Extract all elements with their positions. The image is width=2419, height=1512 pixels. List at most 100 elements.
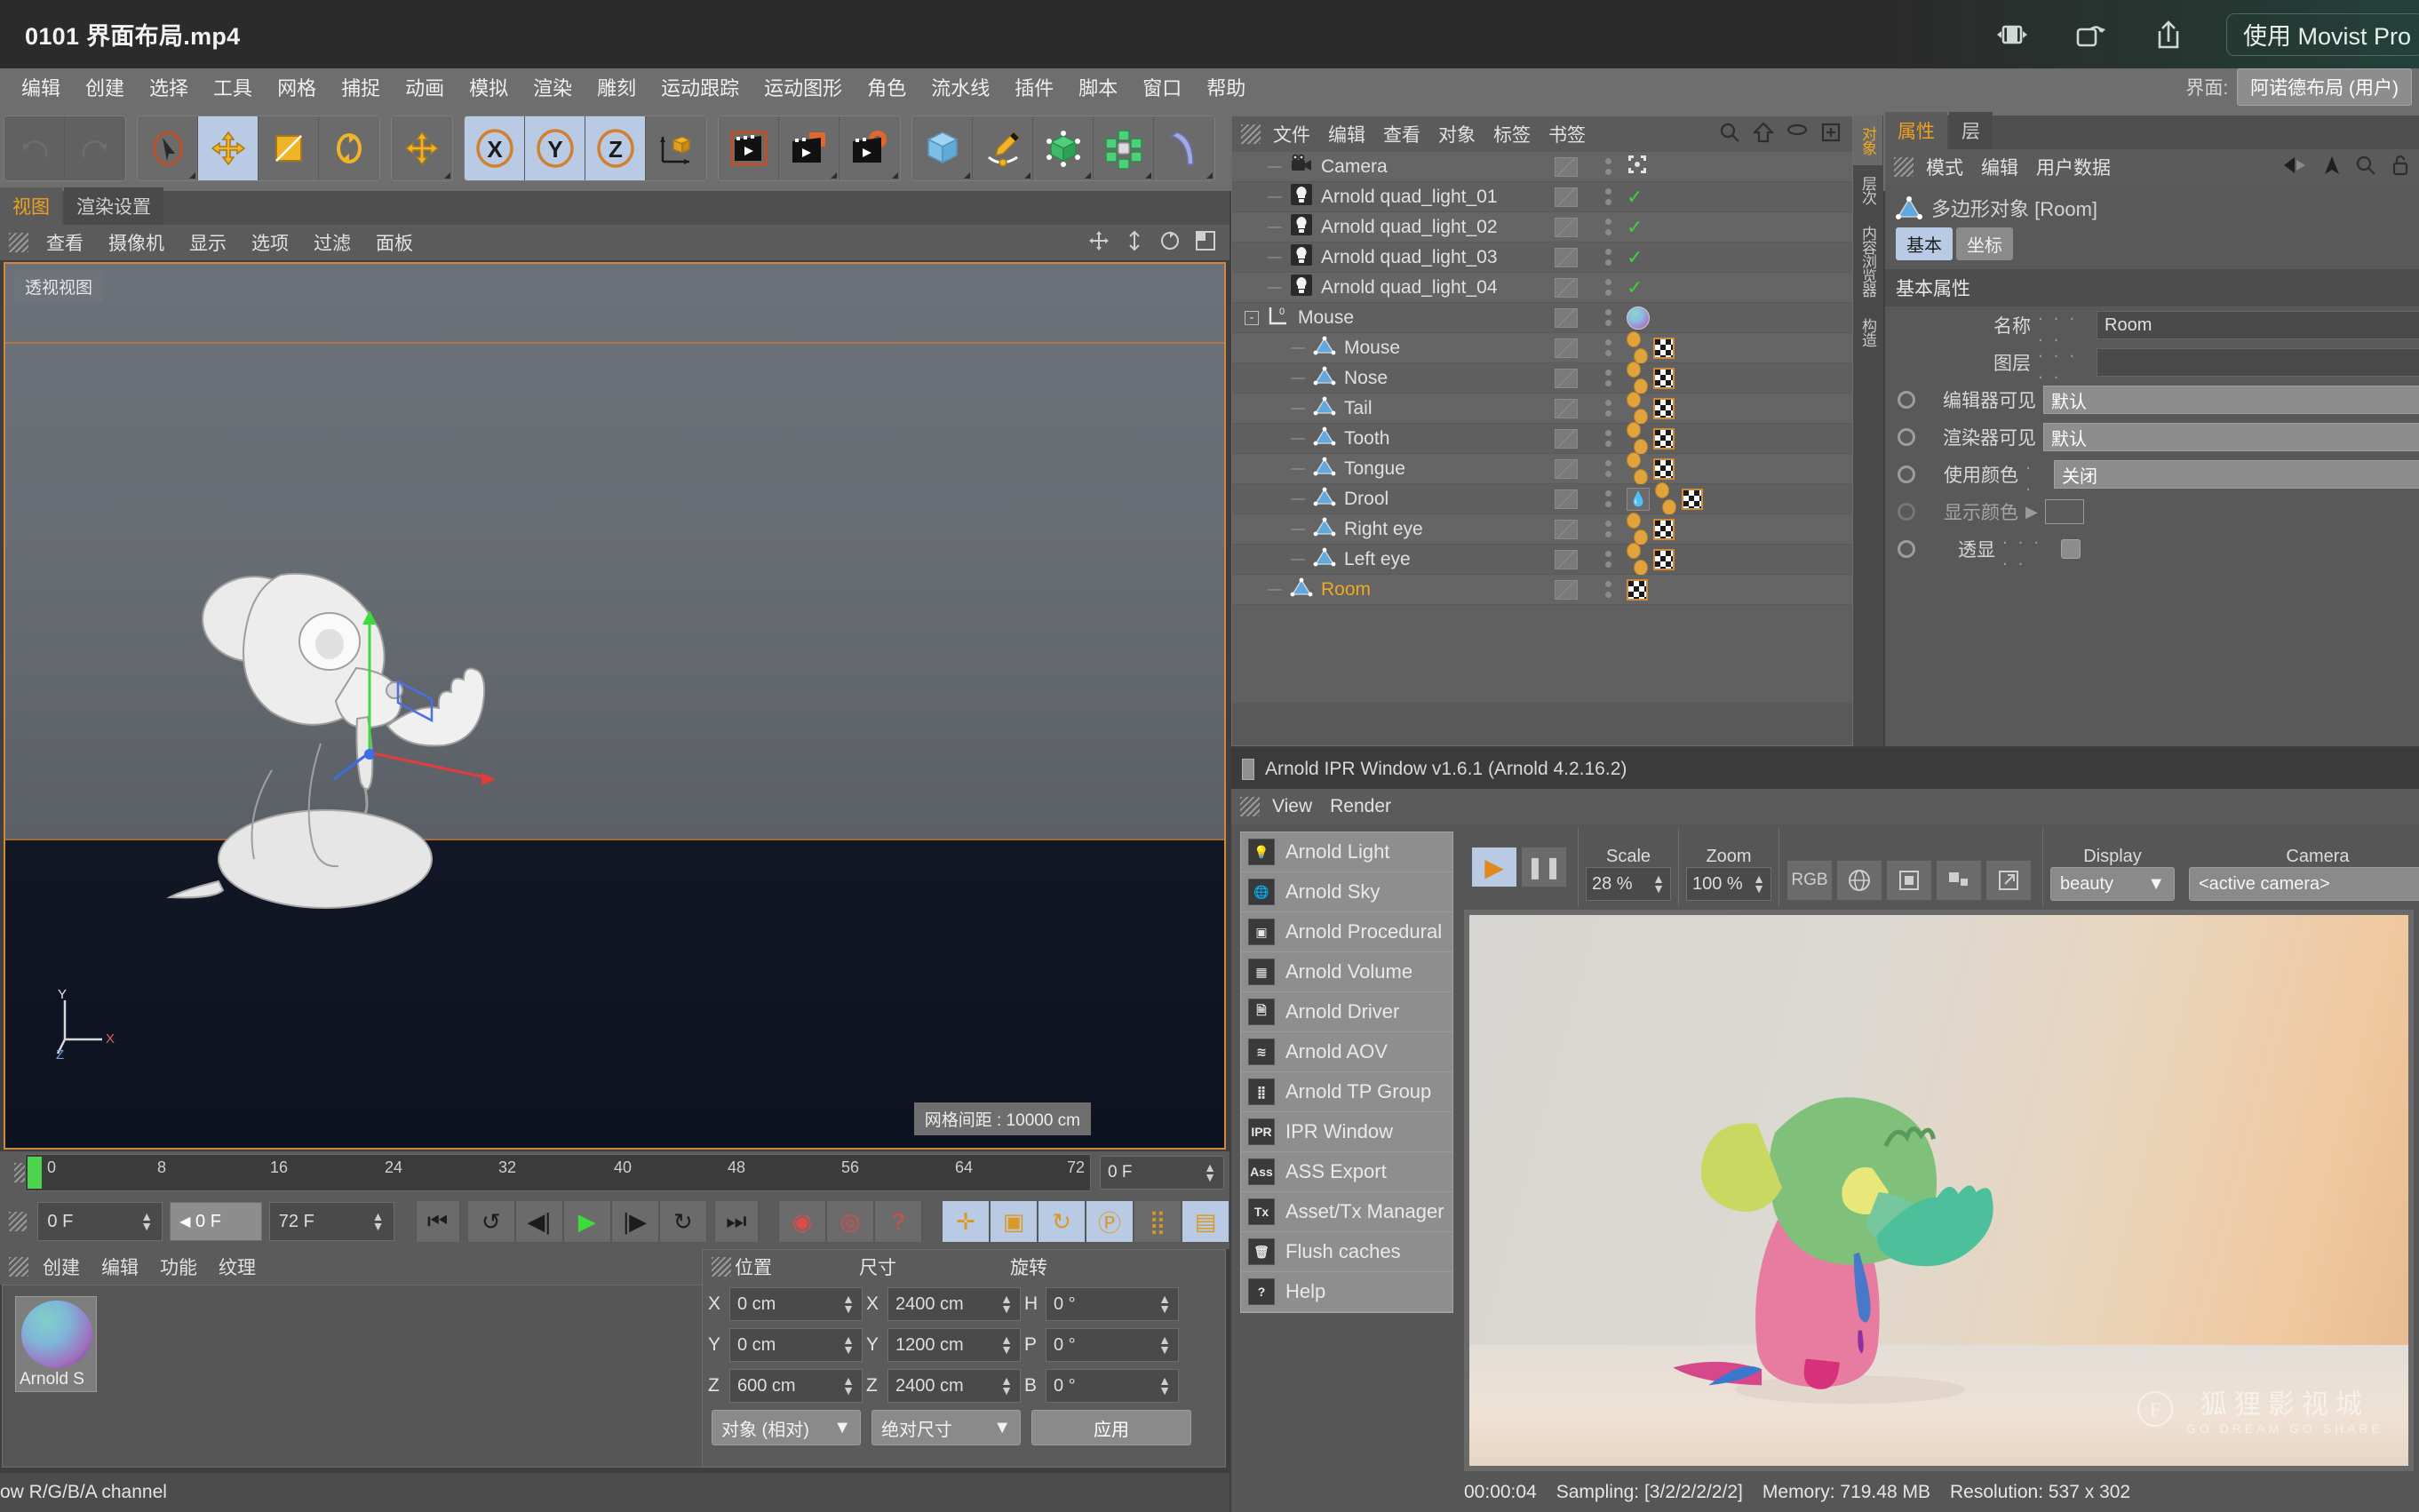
visibility-dots-column[interactable]	[1538, 243, 1595, 272]
go-to-end-icon[interactable]: ⏭	[713, 1200, 759, 1243]
axis-y-icon[interactable]: Y	[525, 116, 585, 180]
render-visibility-dot-icon[interactable]	[1604, 531, 1611, 537]
coord-pos-y-field[interactable]: 0 cm ▲ ▼	[729, 1328, 863, 1362]
spinner-icon[interactable]: ▲ ▼	[842, 1293, 855, 1315]
menu-item-3[interactable]: 工具	[201, 73, 265, 101]
plugin-menu-item-2[interactable]: ▣ Arnold Procedural	[1241, 912, 1452, 952]
table-row[interactable]: — Tongue	[1232, 452, 1852, 485]
visibility-dots-column[interactable]	[1538, 514, 1595, 544]
om-menu-0[interactable]: 文件	[1264, 121, 1319, 147]
rotate-viewport-icon[interactable]	[1158, 229, 1182, 257]
visibility-dot-pair[interactable]	[1595, 212, 1621, 242]
rotate-icon[interactable]	[2070, 14, 2111, 55]
chevron-right-icon[interactable]: ▶	[2025, 503, 2038, 521]
visibility-dot-pair[interactable]	[1595, 333, 1621, 362]
viewport-menu-5[interactable]: 面板	[365, 229, 424, 256]
fullscreen-toggle-icon[interactable]	[1992, 14, 2033, 55]
checker-tag-icon[interactable]	[1653, 397, 1675, 419]
visibility-toggle-icon[interactable]	[1555, 549, 1578, 569]
table-row[interactable]: — Arnold quad_light_02 ✓	[1232, 212, 1852, 243]
spinner-icon[interactable]: ▲ ▼	[1000, 1374, 1013, 1397]
side-tab-hierarchy[interactable]: 层次	[1853, 165, 1882, 215]
step-back-icon[interactable]: ◀|	[514, 1200, 563, 1243]
axis-x-icon[interactable]: X	[465, 116, 525, 180]
ball-tag-icon[interactable]	[1627, 392, 1648, 425]
ball-tag-icon[interactable]	[1627, 362, 1648, 394]
tab-layers[interactable]: 层	[1949, 112, 1993, 149]
radio-icon[interactable]	[1898, 428, 1915, 446]
render-visibility-dot-icon[interactable]	[1604, 199, 1611, 205]
menu-item-11[interactable]: 运动图形	[752, 73, 855, 101]
checker-tag-icon[interactable]	[1653, 367, 1675, 389]
om-menu-5[interactable]: 书签	[1540, 121, 1595, 147]
plugin-menu-item-1[interactable]: 🌐 Arnold Sky	[1241, 872, 1452, 912]
array-icon[interactable]	[1094, 116, 1154, 180]
checker-tag-icon[interactable]	[1653, 427, 1675, 450]
visibility-dot-pair[interactable]	[1595, 182, 1621, 211]
spinner-icon[interactable]: ▲ ▼	[1158, 1293, 1171, 1315]
render-visibility-dot-icon[interactable]	[1604, 471, 1611, 477]
menu-item-1[interactable]: 创建	[73, 73, 137, 101]
viewport-menu-3[interactable]: 选项	[241, 229, 299, 256]
radio-icon[interactable]	[1898, 466, 1915, 483]
menu-item-5[interactable]: 捕捉	[329, 73, 393, 101]
visibility-dot-pair[interactable]	[1595, 273, 1621, 302]
ball-tag-icon[interactable]	[1655, 482, 1676, 515]
select-arrow-icon[interactable]	[138, 116, 198, 180]
render-view-icon[interactable]	[719, 116, 779, 180]
coord-rot-p-field[interactable]: 0 ° ▲ ▼	[1046, 1328, 1179, 1362]
menu-item-9[interactable]: 雕刻	[585, 73, 649, 101]
xray-checkbox[interactable]	[2061, 539, 2081, 559]
name-field[interactable]: Room	[2097, 311, 2419, 339]
coord-size-x-field[interactable]: 2400 cm ▲ ▼	[887, 1287, 1021, 1321]
menu-item-7[interactable]: 模拟	[457, 73, 521, 101]
visibility-dot-pair[interactable]	[1595, 454, 1621, 483]
checker-tag-icon[interactable]	[1627, 578, 1648, 601]
tag-column[interactable]: ✓	[1621, 273, 1852, 302]
plugin-menu-item-0[interactable]: 💡 Arnold Light	[1241, 832, 1452, 872]
record-key-icon[interactable]: ◉	[777, 1200, 826, 1243]
coord-rot-b-field[interactable]: 0 ° ▲ ▼	[1046, 1369, 1179, 1403]
visibility-toggle-icon[interactable]	[1555, 247, 1578, 267]
mouse-character-model[interactable]	[165, 566, 627, 948]
visibility-dots-column[interactable]	[1538, 484, 1595, 513]
nurbs-icon[interactable]	[1033, 116, 1094, 180]
visibility-dots-column[interactable]	[1538, 182, 1595, 211]
region-button[interactable]	[1936, 860, 1982, 901]
timeline-current-frame-field[interactable]: 0 F ▲ ▼	[1100, 1156, 1224, 1190]
camera-dropdown[interactable]: <active camera>▼	[2189, 867, 2419, 901]
check-icon[interactable]: ✓	[1627, 216, 1643, 239]
side-tab-structure[interactable]: 构造	[1853, 307, 1882, 357]
go-to-start-icon[interactable]: ⏮	[415, 1200, 460, 1243]
tag-column[interactable]	[1621, 331, 1852, 364]
globe-button[interactable]	[1836, 860, 1882, 901]
rotate-tool-icon[interactable]	[319, 116, 379, 180]
spinner-icon[interactable]: ▲ ▼	[842, 1333, 855, 1356]
move-icon[interactable]	[198, 116, 259, 180]
editor-visibility-dot-icon[interactable]	[1604, 309, 1611, 315]
move-alt-icon[interactable]	[392, 116, 452, 180]
expand-collapse-icon[interactable]: -	[1245, 310, 1259, 325]
material-item[interactable]: Arnold S	[15, 1296, 97, 1392]
spinner-icon[interactable]: ▲ ▼	[1000, 1333, 1013, 1356]
radio-icon[interactable]	[1898, 540, 1915, 558]
editor-visibility-dot-icon[interactable]	[1604, 400, 1611, 406]
lock-icon[interactable]	[2391, 154, 2410, 181]
menu-item-6[interactable]: 动画	[393, 73, 457, 101]
spinner-icon[interactable]: ▲ ▼	[372, 1210, 385, 1232]
om-menu-2[interactable]: 查看	[1374, 121, 1429, 147]
editor-visibility-dot-icon[interactable]	[1604, 279, 1611, 285]
scale-field[interactable]: 28 % ▲ ▼	[1586, 867, 1671, 901]
visibility-dot-pair[interactable]	[1595, 303, 1621, 332]
tag-column[interactable]	[1621, 303, 1852, 332]
visibility-dot-pair[interactable]	[1595, 243, 1621, 272]
ipr-menu-view[interactable]: View	[1263, 796, 1321, 817]
visibility-toggle-icon[interactable]	[1555, 217, 1578, 237]
world-coord-icon[interactable]	[646, 116, 706, 180]
spinner-icon[interactable]: ▲ ▼	[1753, 872, 1765, 895]
render-visibility-dot-icon[interactable]	[1604, 259, 1611, 266]
ball-tag-icon[interactable]	[1627, 513, 1648, 545]
render-visibility-dropdown[interactable]: 默认	[2043, 423, 2419, 451]
radio-icon[interactable]	[1898, 391, 1915, 409]
visibility-toggle-icon[interactable]	[1555, 277, 1578, 298]
